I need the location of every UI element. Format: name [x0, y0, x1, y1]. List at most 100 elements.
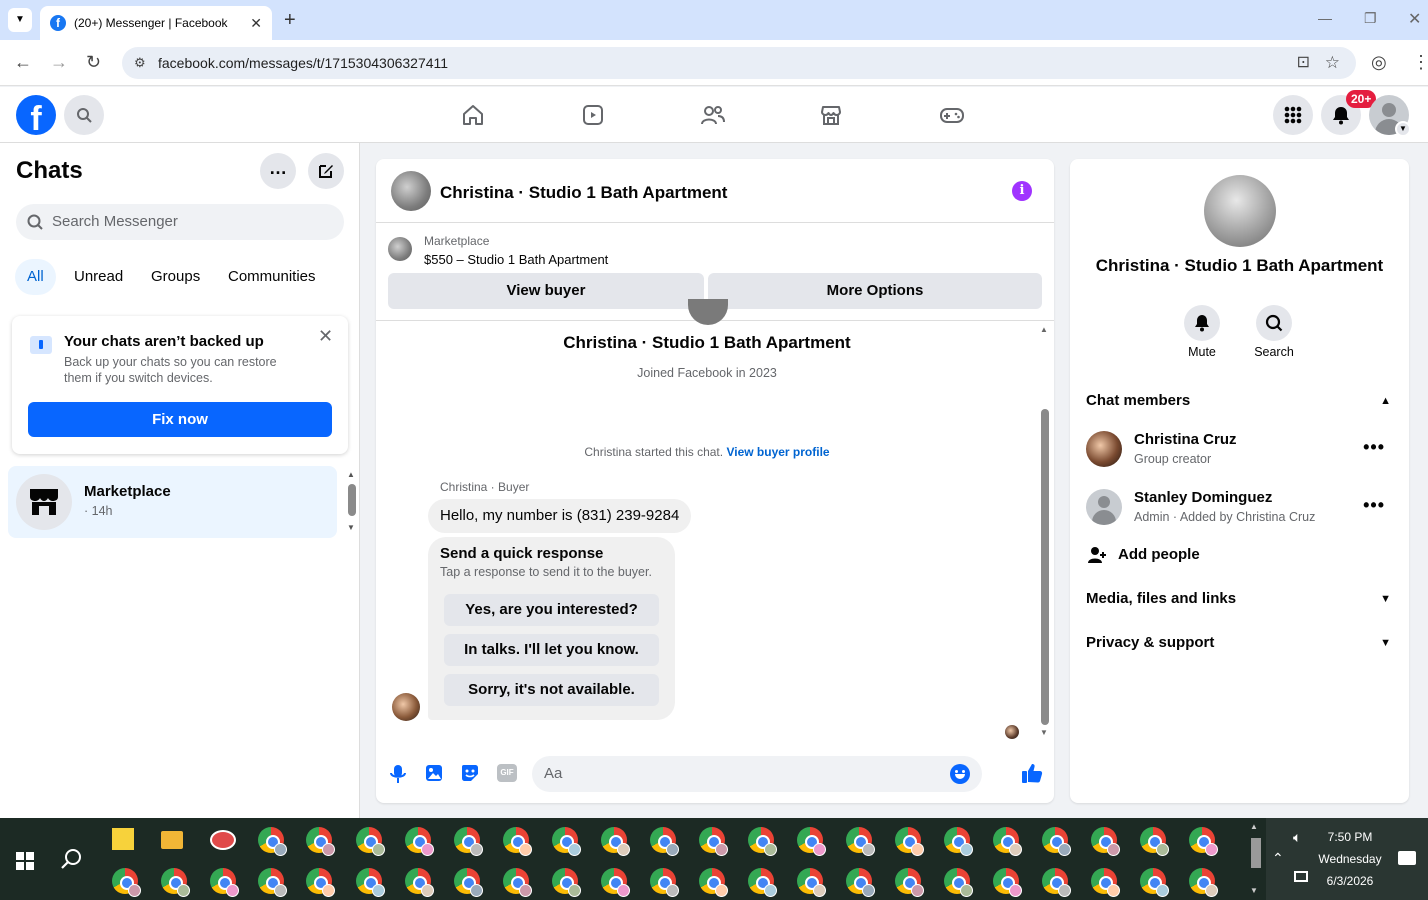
chrome-profile-icon[interactable] [650, 827, 679, 856]
add-people-button[interactable]: Add people [1118, 546, 1200, 563]
message-bubble[interactable]: Hello, my number is (831) 239-9284 [428, 499, 692, 533]
messages-scrollbar[interactable] [1041, 409, 1049, 725]
chrome-profile-icon[interactable] [210, 868, 239, 897]
like-thumb-icon[interactable] [1021, 762, 1043, 784]
chrome-profile-icon[interactable] [895, 827, 924, 856]
bookmark-star-icon[interactable]: ☆ [1325, 47, 1340, 79]
chrome-profile-icon[interactable] [1042, 868, 1071, 897]
more-options-button[interactable]: More Options [708, 273, 1042, 309]
chat-list-item-marketplace[interactable]: Marketplace · 14h [8, 466, 337, 538]
chrome-profile-icon[interactable] [1189, 868, 1218, 897]
listing-title[interactable]: $550 – Studio 1 Bath Apartment [424, 252, 608, 267]
filter-unread[interactable]: Unread [62, 259, 135, 295]
chrome-profile-icon[interactable] [846, 868, 875, 897]
privacy-support-section[interactable]: Privacy & support [1086, 634, 1214, 651]
scroll-up-arrow-icon[interactable]: ▲ [347, 470, 355, 479]
chrome-profile-icon[interactable] [454, 868, 483, 897]
close-tab-icon[interactable]: ✕ [250, 15, 262, 32]
file-explorer-icon[interactable] [161, 831, 183, 849]
chrome-profile-icon[interactable] [601, 868, 630, 897]
search-in-conversation-button[interactable] [1256, 305, 1292, 341]
gaming-nav-icon[interactable] [936, 99, 968, 131]
app-pinned-icon[interactable] [210, 830, 236, 850]
show-hidden-icons-chevron[interactable]: ⌃ [1272, 850, 1284, 867]
chrome-profile-icon[interactable] [356, 827, 385, 856]
chrome-profile-icon[interactable] [797, 827, 826, 856]
filter-communities[interactable]: Communities [216, 259, 328, 295]
browser-menu-icon[interactable]: ⋮ [1412, 52, 1428, 72]
new-tab-icon[interactable]: + [284, 9, 296, 32]
chrome-profile-icon[interactable] [405, 868, 434, 897]
browser-tab[interactable]: f (20+) Messenger | Facebook ✕ [40, 6, 272, 40]
chrome-profile-icon[interactable] [1091, 827, 1120, 856]
minimize-icon[interactable]: — [1318, 10, 1332, 26]
member-name[interactable]: Stanley Dominguez [1134, 489, 1272, 506]
marketplace-nav-icon[interactable] [815, 99, 847, 131]
windows-start-icon[interactable] [16, 852, 34, 870]
photo-icon[interactable] [425, 764, 443, 782]
account-chevron-icon[interactable]: ▼ [1395, 121, 1411, 137]
chrome-profile-icon[interactable] [552, 868, 581, 897]
dismiss-backup-icon[interactable]: ✕ [318, 326, 333, 347]
sticky-notes-icon[interactable] [112, 828, 134, 850]
chevron-up-icon[interactable]: ▲ [1380, 395, 1391, 407]
chrome-profile-icon[interactable] [944, 827, 973, 856]
chrome-profile-icon[interactable] [699, 868, 728, 897]
chrome-profile-icon[interactable] [846, 827, 875, 856]
chat-list-scrollbar[interactable] [348, 484, 356, 516]
facebook-logo-icon[interactable]: f [16, 95, 56, 135]
video-nav-icon[interactable] [577, 99, 609, 131]
taskbar-search-icon[interactable] [61, 848, 83, 870]
emoji-icon[interactable] [950, 764, 970, 784]
filter-groups[interactable]: Groups [139, 259, 212, 295]
back-icon[interactable]: ← [14, 52, 32, 72]
chats-options-button[interactable]: … [260, 153, 296, 189]
search-facebook-button[interactable] [64, 95, 104, 135]
chrome-profile-icon[interactable] [1042, 827, 1071, 856]
view-buyer-profile-link[interactable]: View buyer profile [726, 445, 829, 459]
quick-response-option[interactable]: Sorry, it's not available. [444, 674, 659, 706]
chrome-profile-icon[interactable] [405, 827, 434, 856]
conversation-info-icon[interactable]: i [1012, 181, 1032, 201]
member-avatar[interactable] [1086, 489, 1122, 525]
chrome-profile-icon[interactable] [1140, 868, 1169, 897]
chrome-profile-icon[interactable] [306, 868, 335, 897]
network-icon[interactable] [1294, 871, 1308, 882]
chrome-profile-icon[interactable] [503, 868, 532, 897]
chrome-profile-icon[interactable] [650, 868, 679, 897]
menu-apps-button[interactable] [1273, 95, 1313, 135]
address-bar[interactable]: ⚙ facebook.com/messages/t/17153043063274… [122, 47, 1356, 79]
chrome-profile-icon[interactable] [748, 868, 777, 897]
member-avatar[interactable] [1086, 431, 1122, 467]
chrome-profile-icon[interactable] [356, 868, 385, 897]
chrome-profile-icon[interactable] [306, 827, 335, 856]
quick-response-option[interactable]: Yes, are you interested? [444, 594, 659, 626]
fix-now-button[interactable]: Fix now [28, 402, 332, 437]
install-app-icon[interactable]: ⊡ [1297, 47, 1310, 79]
clock-time[interactable]: 7:50 PM [1320, 830, 1380, 844]
media-files-links-section[interactable]: Media, files and links [1086, 590, 1236, 607]
chrome-profile-icon[interactable] [454, 827, 483, 856]
chrome-profile-icon[interactable] [993, 827, 1022, 856]
chrome-profile-icon[interactable] [112, 868, 141, 897]
mute-button[interactable] [1184, 305, 1220, 341]
chrome-profile-icon[interactable] [161, 868, 190, 897]
taskbar-scrollbar[interactable] [1251, 838, 1261, 868]
site-info-icon[interactable]: ⚙ [134, 47, 146, 79]
restore-icon[interactable]: ❐ [1364, 10, 1377, 27]
clock-day[interactable]: Wednesday [1316, 852, 1384, 866]
chrome-profile-icon[interactable] [993, 868, 1022, 897]
new-message-button[interactable] [308, 153, 344, 189]
conversation-title[interactable]: Christina · Studio 1 Bath Apartment [440, 183, 727, 203]
member-options-icon[interactable]: ••• [1363, 495, 1385, 516]
window-close-icon[interactable]: ✕ [1408, 9, 1421, 29]
chrome-profile-icon[interactable] [797, 868, 826, 897]
quick-response-option[interactable]: In talks. I'll let you know. [444, 634, 659, 666]
messages-scroll-up-icon[interactable]: ▲ [1040, 325, 1048, 334]
chevron-down-icon[interactable]: ▼ [1380, 637, 1391, 649]
notification-center-icon[interactable] [1398, 851, 1416, 865]
microphone-icon[interactable] [390, 764, 406, 784]
tab-search-chevron-icon[interactable]: ▼ [8, 8, 32, 32]
chrome-profile-icon[interactable] [503, 827, 532, 856]
forward-icon[interactable]: → [50, 52, 68, 72]
